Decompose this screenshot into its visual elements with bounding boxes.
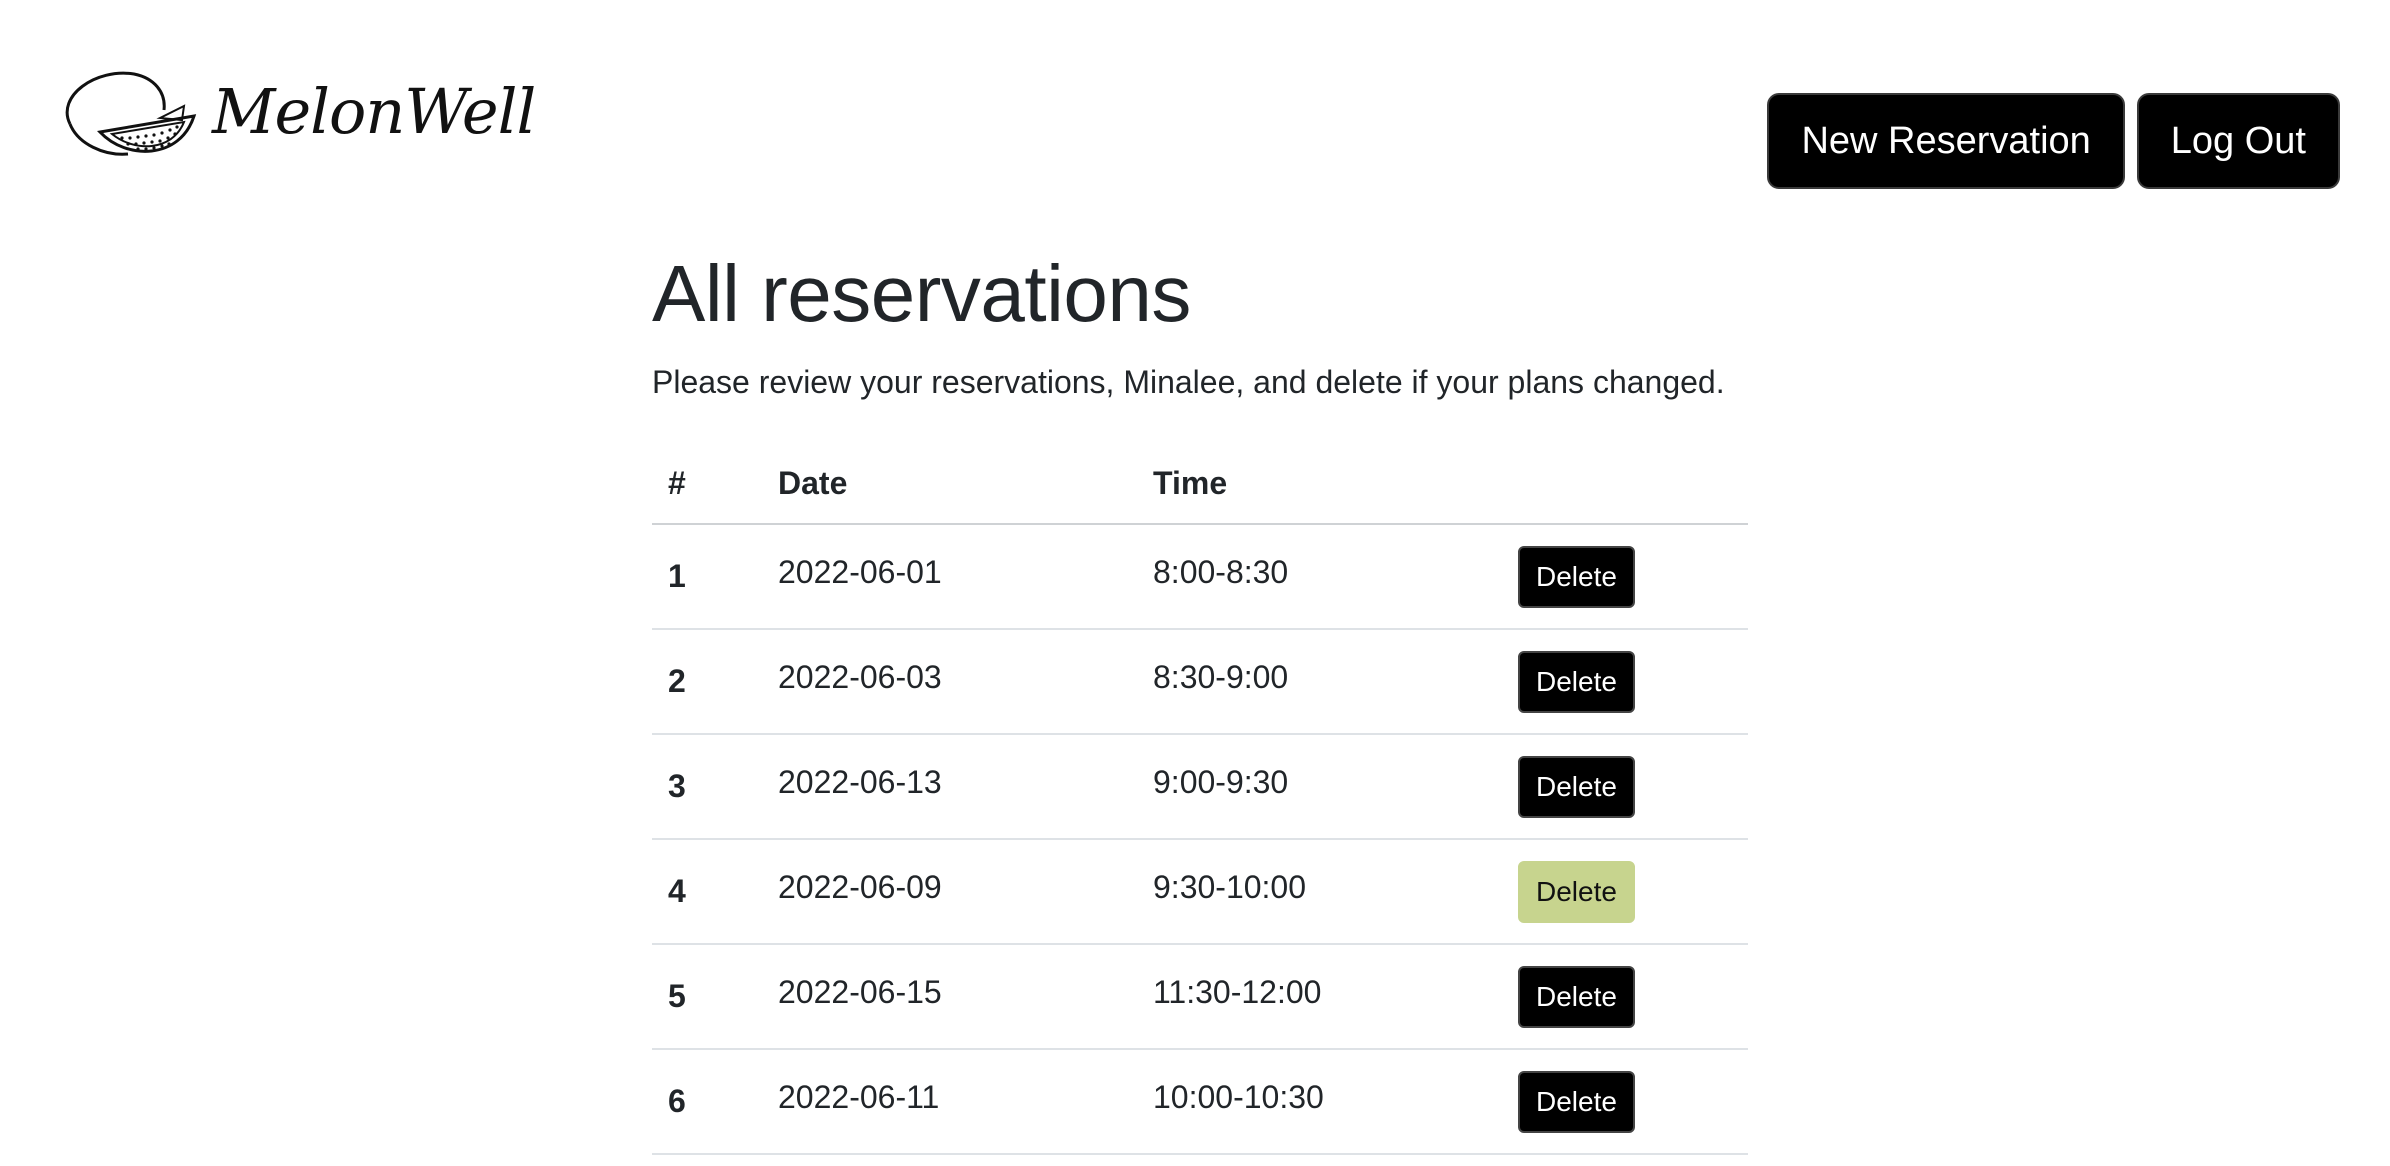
page-subtitle: Please review your reservations, Minalee… xyxy=(652,364,1725,400)
row-time: 8:30-9:00 xyxy=(1137,629,1502,735)
row-date: 2022-06-13 xyxy=(762,734,1137,840)
row-number: 4 xyxy=(652,839,762,945)
row-time: 8:00-8:30 xyxy=(1137,524,1502,630)
row-date: 2022-06-01 xyxy=(762,524,1137,630)
delete-button[interactable]: Delete xyxy=(1518,755,1635,818)
row-actions: Delete xyxy=(1502,524,1748,630)
row-time: 9:30-10:00 xyxy=(1137,839,1502,945)
new-reservation-button[interactable]: New Reservation xyxy=(1767,93,2125,189)
main-content: All reservations Please review your rese… xyxy=(652,250,1748,1155)
row-time: 10:00-10:30 xyxy=(1137,1049,1502,1155)
page-title: All reservations xyxy=(652,249,1191,338)
row-actions: Delete xyxy=(1502,734,1748,840)
table-row: 1 2022-06-01 8:00-8:30 Delete xyxy=(652,524,1748,630)
header-time: Time xyxy=(1137,443,1502,525)
row-number: 1 xyxy=(652,524,762,630)
row-date: 2022-06-11 xyxy=(762,1049,1137,1155)
table-row: 3 2022-06-13 9:00-9:30 Delete xyxy=(652,734,1748,840)
row-number: 2 xyxy=(652,629,762,735)
row-number: 3 xyxy=(652,734,762,840)
delete-button[interactable]: Delete xyxy=(1518,860,1635,923)
row-actions: Delete xyxy=(1502,1049,1748,1155)
delete-button[interactable]: Delete xyxy=(1518,545,1635,608)
top-nav: New Reservation Log Out xyxy=(1767,93,2340,189)
table-row: 5 2022-06-15 11:30-12:00 Delete xyxy=(652,944,1748,1050)
header-date: Date xyxy=(762,443,1137,525)
header-number: # xyxy=(652,443,762,525)
delete-button[interactable]: Delete xyxy=(1518,965,1635,1028)
brand-name: MelonWell xyxy=(212,75,536,148)
watermelon-slice-icon xyxy=(65,71,197,156)
delete-button[interactable]: Delete xyxy=(1518,650,1635,713)
row-date: 2022-06-03 xyxy=(762,629,1137,735)
row-date: 2022-06-15 xyxy=(762,944,1137,1050)
page: MelonWell New Reservation Log Out All re… xyxy=(0,0,2390,1166)
row-time: 9:00-9:30 xyxy=(1137,734,1502,840)
row-number: 5 xyxy=(652,944,762,1050)
header-actions xyxy=(1502,443,1748,525)
row-actions: Delete xyxy=(1502,629,1748,735)
table-row: 6 2022-06-11 10:00-10:30 Delete xyxy=(652,1049,1748,1155)
table-row: 2 2022-06-03 8:30-9:00 Delete xyxy=(652,629,1748,735)
row-actions: Delete xyxy=(1502,839,1748,945)
row-date: 2022-06-09 xyxy=(762,839,1137,945)
table-row: 4 2022-06-09 9:30-10:00 Delete xyxy=(652,839,1748,945)
reservations-table: # Date Time 1 2022-06-01 8:00-8:30 Delet… xyxy=(652,443,1748,1155)
row-number: 6 xyxy=(652,1049,762,1155)
table-header-row: # Date Time xyxy=(652,443,1748,525)
logout-button[interactable]: Log Out xyxy=(2136,93,2340,189)
brand-logo[interactable]: MelonWell xyxy=(56,66,536,158)
delete-button[interactable]: Delete xyxy=(1518,1070,1635,1133)
row-time: 11:30-12:00 xyxy=(1137,944,1502,1050)
row-actions: Delete xyxy=(1502,944,1748,1050)
